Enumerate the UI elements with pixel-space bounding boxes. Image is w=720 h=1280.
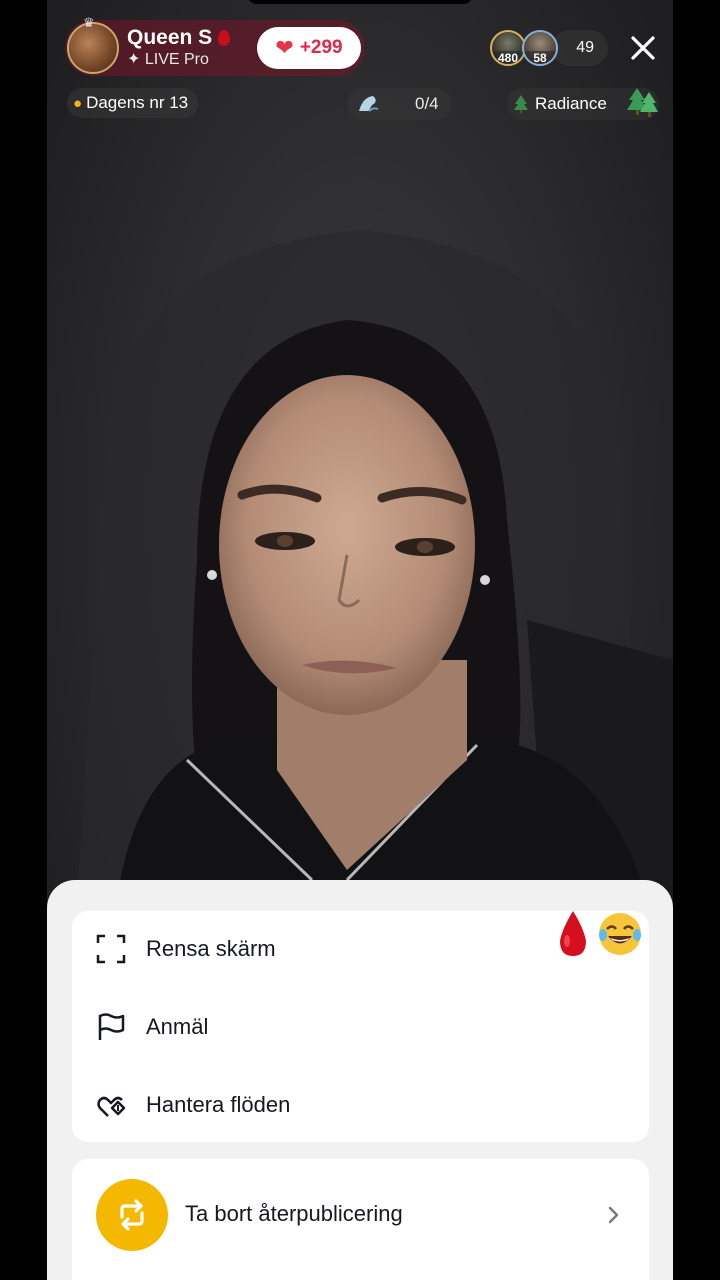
radiance-label: Radiance — [535, 94, 607, 113]
menu-item-label: Hantera flöden — [146, 1092, 291, 1117]
follow-button[interactable]: ❤ +299 — [257, 27, 361, 69]
menu-item-clear-screen[interactable]: Rensa skärm — [72, 913, 649, 985]
blood-drop-icon — [218, 30, 231, 46]
viewer-count: 49 — [576, 39, 594, 56]
host-subtitle-row: ✦ LIVE Pro — [127, 50, 230, 70]
goal-progress: 0/4 — [415, 94, 439, 113]
flame-icon: ● — [73, 94, 83, 112]
clear-screen-icon — [96, 934, 126, 964]
device-notch — [247, 0, 473, 4]
top-viewers[interactable]: 480 58 — [490, 30, 564, 66]
forest-icon — [627, 88, 658, 117]
repost-arrows-icon — [120, 1199, 144, 1231]
flag-icon — [98, 1013, 125, 1040]
ranking-label: Dagens nr 13 — [86, 93, 189, 112]
host-text: Queen S ✦ LIVE Pro — [127, 26, 231, 70]
goal-pill[interactable]: 0/4 — [347, 88, 451, 120]
bird-icon — [359, 96, 379, 112]
host-name: Queen S — [127, 26, 213, 49]
options-card: Rensa skärm Anmäl Hantera flöden — [72, 911, 649, 1142]
options-sheet: Rensa skärm Anmäl Hantera flöden Ta bort… — [47, 880, 673, 1280]
remove-repost-row[interactable]: Ta bort återpublicering — [72, 1159, 649, 1280]
follow-count: +299 — [299, 37, 343, 58]
close-icon[interactable] — [627, 32, 659, 64]
tree-icon — [514, 95, 528, 113]
chevron-right-icon — [608, 1206, 619, 1224]
host-name-row: Queen S — [127, 26, 231, 50]
repost-icon — [96, 1179, 168, 1251]
manage-feed-icon — [97, 1096, 126, 1117]
host-subtitle: LIVE Pro — [144, 51, 209, 68]
remove-repost-label: Ta bort återpublicering — [185, 1201, 403, 1226]
menu-item-report[interactable]: Anmäl — [72, 991, 649, 1063]
menu-item-manage-feeds[interactable]: Hantera flöden — [72, 1069, 649, 1141]
top-viewer-avatar[interactable]: 58 — [522, 30, 558, 66]
live-stream-screen: ♛ Queen S ✦ LIVE Pro ❤ +299 49 480 58 ● … — [47, 0, 673, 1280]
heart-icon: ❤ — [275, 35, 294, 60]
viewer-badge: 58 — [524, 51, 556, 64]
top-viewer-avatar[interactable]: 480 — [490, 30, 526, 66]
menu-item-label: Anmäl — [146, 1014, 209, 1039]
crown-icon: ♛ — [83, 15, 95, 30]
radiance-pill[interactable]: Radiance — [507, 88, 659, 120]
host-avatar[interactable]: ♛ — [67, 15, 119, 74]
sparkle-icon: ✦ — [127, 51, 141, 68]
daily-ranking-pill[interactable]: ● Dagens nr 13 — [67, 88, 199, 118]
viewer-badge: 480 — [492, 51, 524, 64]
menu-item-label: Rensa skärm — [146, 936, 276, 961]
